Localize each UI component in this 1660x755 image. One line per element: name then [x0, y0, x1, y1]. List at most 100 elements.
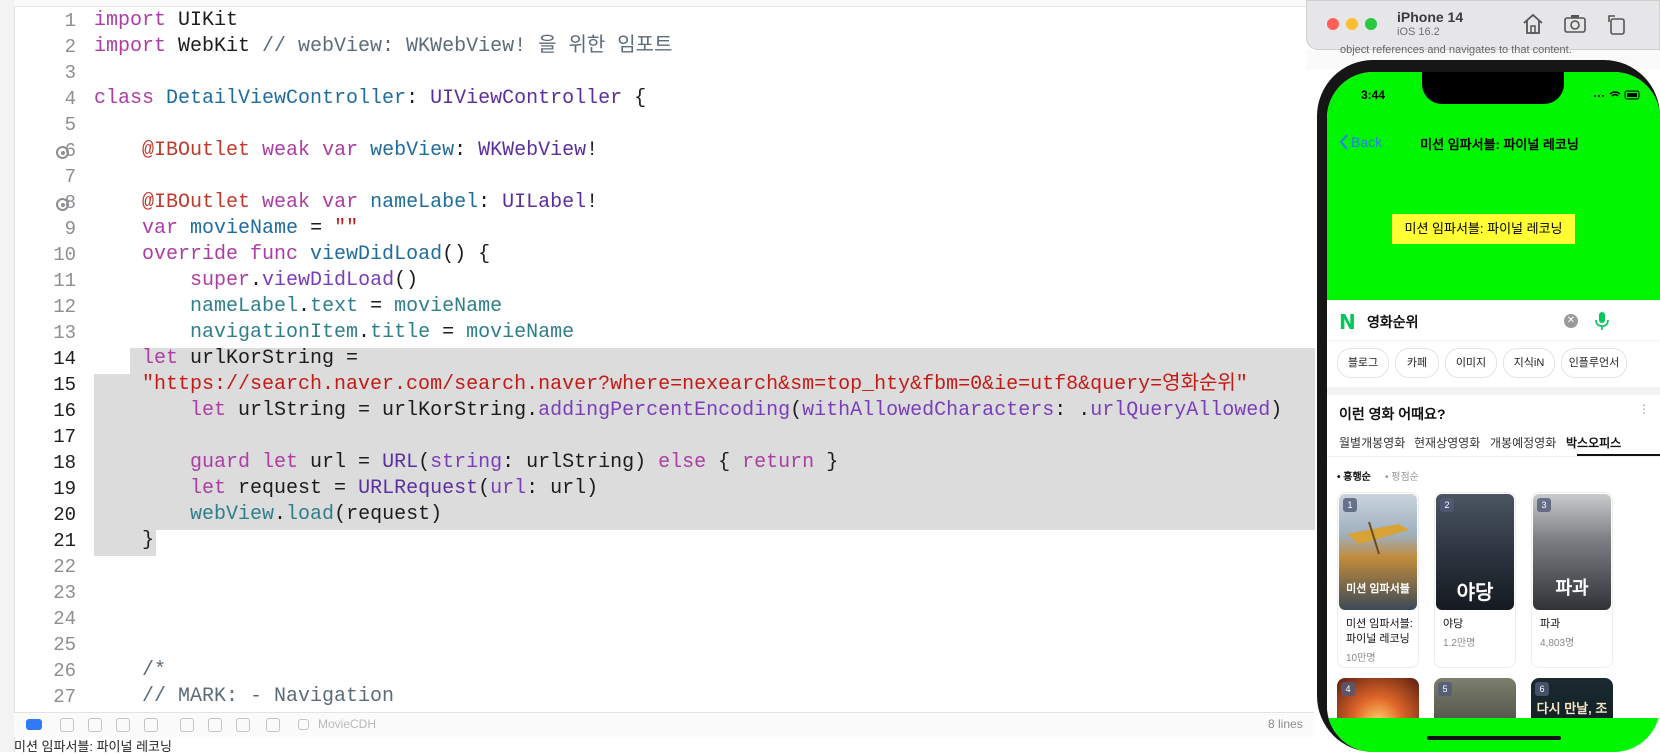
chip-cafe[interactable]: 카페 [1395, 348, 1439, 378]
close-window-button[interactable] [1327, 18, 1339, 30]
tab-upcoming[interactable]: 개봉예정영화 [1490, 434, 1556, 451]
line-number: 18 [53, 452, 76, 474]
code-line[interactable]: 27 // MARK: - Navigation [14, 684, 1314, 710]
code-line[interactable]: 4 class DetailViewController: UIViewCont… [14, 86, 1314, 112]
tab-monthly[interactable]: 월별개봉영화 [1339, 434, 1405, 451]
iphone-frame: 3:44 Back 미션 임파서블: 파이널 레코닝 미션 임파서블: 파이널 … [1317, 60, 1660, 752]
app-icon [298, 719, 309, 730]
movie-poster: 파과 3 [1533, 494, 1611, 610]
code-text: "https://search.naver.com/search.naver?w… [142, 373, 1248, 396]
code-line[interactable]: 15 "https://search.naver.com/search.nave… [14, 372, 1314, 398]
home-indicator[interactable] [1427, 736, 1561, 740]
chip-influencer[interactable]: 인플루언서 [1561, 348, 1627, 378]
name-label: 미션 임파서블: 파이널 레코닝 [1392, 214, 1575, 244]
screenshot-icon[interactable] [1563, 12, 1587, 36]
code-line[interactable]: 14 let urlKorString = [14, 346, 1314, 372]
step-over-icon[interactable] [88, 718, 102, 732]
iphone-screen[interactable]: 3:44 Back 미션 임파서블: 파이널 레코닝 미션 임파서블: 파이널 … [1327, 72, 1660, 752]
step-into-icon[interactable] [116, 718, 130, 732]
chip-kin[interactable]: 지식iN [1503, 348, 1555, 378]
rank-badge: 1 [1343, 498, 1357, 512]
code-line[interactable]: 21 } [14, 528, 1314, 554]
code-text: navigationItem.title = movieName [190, 321, 575, 344]
line-number: 7 [64, 166, 76, 188]
poster-title: 파과 [1555, 578, 1589, 598]
home-icon[interactable] [1521, 12, 1545, 36]
chip-image[interactable]: 이미지 [1445, 348, 1497, 378]
line-number: 12 [53, 296, 76, 318]
line-number: 8 [64, 192, 76, 214]
tab-box-office[interactable]: 박스오피스 [1566, 434, 1621, 451]
movie-audience: 10만명 [1346, 653, 1376, 664]
code-line[interactable]: 16 let urlString = urlKorString.addingPe… [14, 398, 1314, 424]
code-text: var movieName = "" [142, 217, 359, 240]
code-line[interactable]: 17 [14, 424, 1314, 450]
line-number: 21 [53, 530, 76, 552]
code-line[interactable]: 23 [14, 580, 1314, 606]
code-line[interactable]: 24 [14, 606, 1314, 632]
category-chips: 블로그 카페 이미지 지식iN 인플루언서 [1337, 348, 1660, 380]
code-line[interactable]: 26 /* [14, 658, 1314, 684]
code-line[interactable]: 5 [14, 112, 1314, 138]
code-text: webView.load(request) [190, 503, 443, 526]
web-view[interactable]: N 영화순위 ✕ 블로그 카페 이미지 지식iN 인플루언서 이런 영화 어때요… [1327, 300, 1660, 752]
search-bar[interactable]: N 영화순위 ✕ [1327, 300, 1660, 341]
movie-card[interactable]: 파과 3 파과 4,803명 [1531, 492, 1613, 668]
code-line[interactable]: 10 override func viewDidLoad() { [14, 242, 1314, 268]
line-number: 11 [53, 270, 76, 292]
line-number: 1 [64, 10, 76, 32]
search-input[interactable]: 영화순위 [1367, 312, 1419, 332]
code-text: super.viewDidLoad() [190, 269, 419, 292]
sort-popularity[interactable]: • 흥행순 [1337, 468, 1371, 483]
clear-icon[interactable]: ✕ [1564, 314, 1578, 328]
active-tab-indicator [1577, 454, 1660, 456]
more-icon[interactable]: ⋮ [1638, 402, 1650, 416]
code-line[interactable]: 12 nameLabel.text = movieName [14, 294, 1314, 320]
step-out-icon[interactable] [144, 718, 158, 732]
code-line[interactable]: 2 import WebKit // webView: WKWebView! 을… [14, 34, 1314, 60]
zoom-window-button[interactable] [1365, 18, 1377, 30]
naver-logo[interactable]: N [1339, 310, 1356, 334]
bottom-safe-area [1327, 718, 1660, 752]
code-line[interactable]: 1 import UIKit [14, 8, 1314, 34]
minimize-window-button[interactable] [1346, 18, 1358, 30]
os-version: iOS 16.2 [1397, 26, 1440, 38]
code-line[interactable]: 3 [14, 60, 1314, 86]
line-number: 17 [53, 426, 76, 448]
line-number: 19 [53, 478, 76, 500]
movie-card[interactable]: 야당 2 야당 1.2만명 [1434, 492, 1516, 668]
memory-graph-icon[interactable] [208, 718, 222, 732]
editor-gutter-strip [0, 0, 15, 752]
rank-badge: 3 [1537, 498, 1551, 512]
line-number: 20 [53, 504, 76, 526]
mic-icon[interactable] [1593, 311, 1611, 331]
code-line[interactable]: 22 [14, 554, 1314, 580]
rotate-icon[interactable] [1605, 12, 1629, 36]
code-line[interactable]: 9 var movieName = "" [14, 216, 1314, 242]
rank-badge: 4 [1341, 682, 1355, 696]
sort-rating[interactable]: • 평점순 [1385, 468, 1419, 483]
code-line[interactable]: 25 [14, 632, 1314, 658]
code-line[interactable]: 20 webView.load(request) [14, 502, 1314, 528]
hide-debug-area-icon[interactable] [26, 719, 42, 730]
code-text: @IBOutlet weak var webView: WKWebView! [142, 139, 599, 162]
code-text: class DetailViewController: UIViewContro… [94, 87, 647, 110]
code-line[interactable]: 13 navigationItem.title = movieName [14, 320, 1314, 346]
code-line[interactable]: 7 [14, 164, 1314, 190]
tab-now-showing[interactable]: 현재상영영화 [1414, 434, 1480, 451]
rank-badge: 6 [1535, 682, 1549, 696]
rank-badge: 2 [1440, 498, 1454, 512]
code-line[interactable]: 18 guard let url = URL(string: urlString… [14, 450, 1314, 476]
code-line[interactable]: 11 super.viewDidLoad() [14, 268, 1314, 294]
view-hierarchy-icon[interactable] [180, 718, 194, 732]
code-line[interactable]: 19 let request = URLRequest(url: url) [14, 476, 1314, 502]
pause-icon[interactable] [60, 718, 74, 732]
location-icon[interactable] [266, 718, 280, 732]
section-separator [1327, 387, 1660, 395]
line-number: 15 [53, 374, 76, 396]
movie-card[interactable]: 미션 임파서블 1 미션 임파서블: 파이널 레코닝 10만명 [1337, 492, 1419, 668]
chip-blog[interactable]: 블로그 [1337, 348, 1389, 378]
code-line[interactable]: 6 @IBOutlet weak var webView: WKWebView! [14, 138, 1314, 164]
code-line[interactable]: 8 @IBOutlet weak var nameLabel: UILabel! [14, 190, 1314, 216]
environment-overrides-icon[interactable] [236, 718, 250, 732]
